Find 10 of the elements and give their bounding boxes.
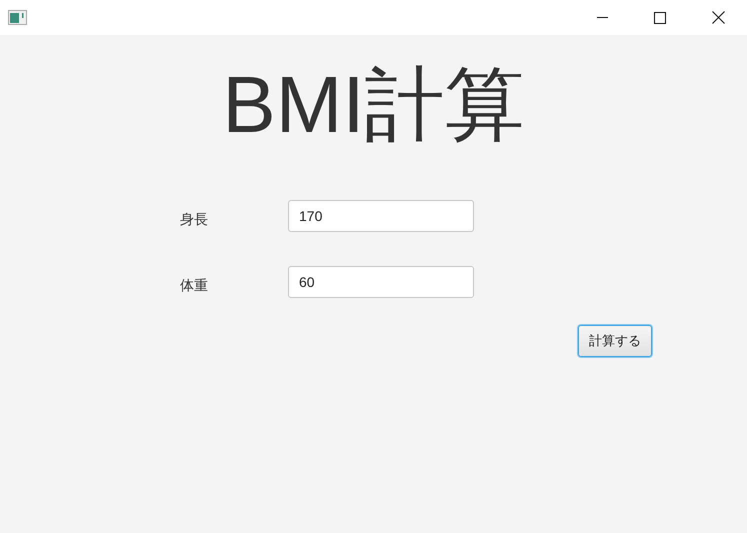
maximize-icon bbox=[654, 12, 666, 24]
app-icon bbox=[8, 10, 27, 25]
input-field[interactable]: 60 bbox=[288, 266, 474, 298]
field-label: 身長 bbox=[180, 210, 209, 228]
calculate-button[interactable]: 計算する bbox=[578, 325, 652, 357]
input-field[interactable]: 170 bbox=[288, 200, 474, 232]
minimize-icon bbox=[596, 17, 608, 18]
field-label: 体重 bbox=[180, 276, 209, 294]
page-title: BMI計算 bbox=[222, 59, 525, 151]
close-icon bbox=[712, 11, 724, 24]
